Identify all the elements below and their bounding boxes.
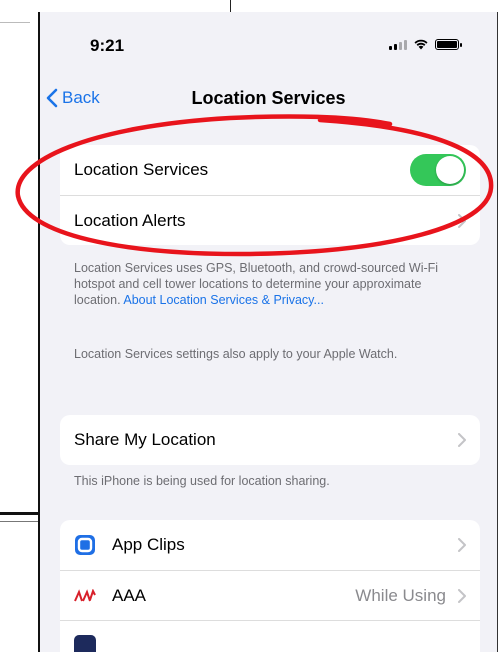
background-line (0, 521, 40, 522)
navigation-bar: Back Location Services (40, 84, 497, 124)
chevron-right-icon (458, 433, 466, 447)
location-services-label: Location Services (74, 160, 208, 180)
location-settings-group: Location Services Location Alerts (60, 145, 480, 245)
app-row-partial[interactable] (60, 620, 480, 652)
app-clips-icon (74, 534, 96, 556)
battery-icon (435, 39, 459, 50)
app-name: AAA (112, 586, 146, 606)
chevron-right-icon (458, 214, 466, 228)
toggle-knob (436, 156, 464, 184)
app-permission-value: While Using (355, 586, 446, 606)
location-services-toggle[interactable] (410, 154, 466, 186)
share-location-group: Share My Location (60, 415, 480, 465)
cellular-signal-icon (389, 40, 407, 50)
location-services-description: Location Services uses GPS, Bluetooth, a… (74, 260, 466, 308)
app-row-app-clips[interactable]: App Clips (60, 520, 480, 570)
chevron-right-icon (458, 589, 466, 603)
background-line (0, 512, 40, 515)
location-alerts-row[interactable]: Location Alerts (60, 195, 480, 245)
apps-list: App Clips AAA While Using (60, 520, 480, 652)
apple-watch-note: Location Services settings also apply to… (74, 346, 466, 362)
aaa-logo-icon (74, 585, 96, 607)
chevron-right-icon (458, 538, 466, 552)
share-my-location-label: Share My Location (74, 430, 216, 450)
status-icons (389, 38, 459, 50)
page-title: Location Services (40, 88, 497, 109)
privacy-link[interactable]: About Location Services & Privacy... (123, 293, 324, 307)
app-name: App Clips (112, 535, 185, 555)
background-line (0, 22, 30, 23)
wifi-icon (413, 38, 429, 50)
location-services-row: Location Services (60, 145, 480, 195)
location-sharing-note: This iPhone is being used for location s… (74, 473, 466, 489)
status-time: 9:21 (90, 36, 124, 56)
location-alerts-label: Location Alerts (74, 211, 186, 231)
app-row-aaa[interactable]: AAA While Using (60, 570, 480, 620)
status-bar: 9:21 (40, 12, 497, 72)
phone-screen: 9:21 Back Location Services Location Ser… (38, 12, 498, 652)
app-icon-partial (74, 635, 96, 652)
share-my-location-row[interactable]: Share My Location (60, 415, 480, 465)
